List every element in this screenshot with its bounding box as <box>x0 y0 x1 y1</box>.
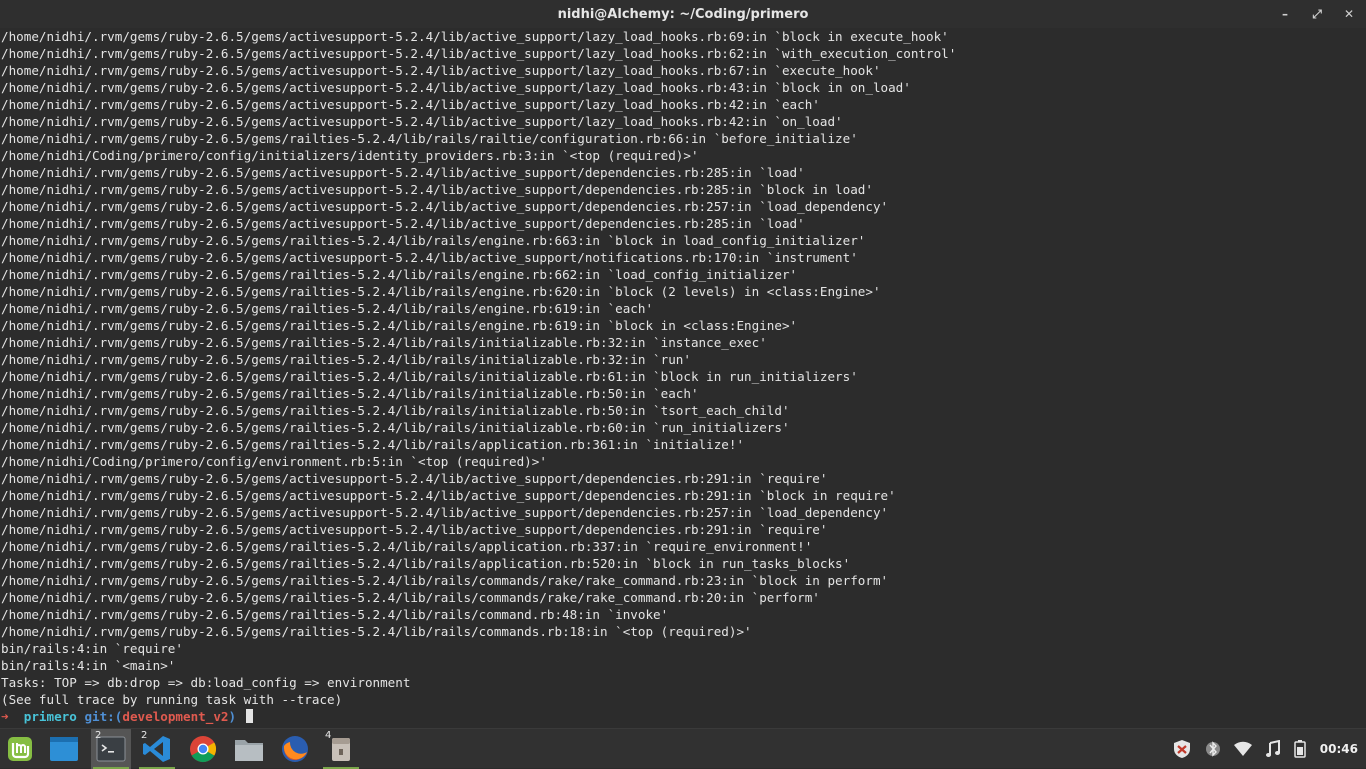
taskbar: 2 2 4 00:46 <box>0 728 1366 769</box>
music-note-icon[interactable] <box>1265 740 1280 758</box>
terminal-line: /home/nidhi/.rvm/gems/ruby-2.6.5/gems/ac… <box>1 522 828 537</box>
desktop-icon <box>50 737 78 761</box>
firefox-icon <box>282 736 308 762</box>
terminal-prompt-line[interactable]: ➜ primero git:(development_v2) <box>1 708 1366 725</box>
prompt-git-label: git:( <box>84 709 123 724</box>
terminal-line: /home/nidhi/Coding/primero/config/enviro… <box>1 454 547 469</box>
terminal-output[interactable]: /home/nidhi/.rvm/gems/ruby-2.6.5/gems/ac… <box>0 28 1366 728</box>
clock[interactable]: 00:46 <box>1320 742 1358 756</box>
terminal-line: /home/nidhi/.rvm/gems/ruby-2.6.5/gems/ac… <box>1 165 805 180</box>
prompt-git-close: ) <box>228 709 237 724</box>
terminal-line: /home/nidhi/Coding/primero/config/initia… <box>1 148 699 163</box>
taskbar-archive[interactable]: 4 <box>321 729 361 769</box>
archive-window-count: 4 <box>325 730 332 741</box>
terminal-line: /home/nidhi/.rvm/gems/ruby-2.6.5/gems/ra… <box>1 267 798 282</box>
taskbar-vscode[interactable]: 2 <box>137 729 177 769</box>
terminal-line: /home/nidhi/.rvm/gems/ruby-2.6.5/gems/ra… <box>1 335 767 350</box>
folder-icon <box>235 740 263 761</box>
terminal-line: /home/nidhi/.rvm/gems/ruby-2.6.5/gems/ac… <box>1 488 896 503</box>
linux-mint-icon <box>8 737 32 761</box>
chrome-icon <box>190 736 217 763</box>
terminal-line: /home/nidhi/.rvm/gems/ruby-2.6.5/gems/ac… <box>1 46 957 61</box>
terminal-line: /home/nidhi/.rvm/gems/ruby-2.6.5/gems/ac… <box>1 216 805 231</box>
prompt-branch: development_v2 <box>122 709 229 724</box>
terminal-line: Tasks: TOP => db:drop => db:load_config … <box>1 675 411 690</box>
terminal-line: (See full trace by running task with --t… <box>1 692 343 707</box>
terminal-line: /home/nidhi/.rvm/gems/ruby-2.6.5/gems/ac… <box>1 29 949 44</box>
prompt-arrow: ➜ <box>1 709 9 724</box>
terminal-line: /home/nidhi/.rvm/gems/ruby-2.6.5/gems/ra… <box>1 590 820 605</box>
bluetooth-icon[interactable] <box>1205 739 1220 759</box>
terminal-line: /home/nidhi/.rvm/gems/ruby-2.6.5/gems/ac… <box>1 97 820 112</box>
minimize-icon[interactable]: – <box>1278 7 1292 21</box>
terminal-lines: /home/nidhi/.rvm/gems/ruby-2.6.5/gems/ac… <box>1 28 1366 708</box>
terminal-line: bin/rails:4:in `<main>' <box>1 658 176 673</box>
close-icon[interactable]: ✕ <box>1342 7 1356 21</box>
taskbar-terminal[interactable]: 2 <box>91 729 131 769</box>
mint-menu-button[interactable] <box>0 729 40 769</box>
wifi-icon[interactable] <box>1233 741 1252 757</box>
vscode-window-count: 2 <box>141 730 148 741</box>
terminal-line: /home/nidhi/.rvm/gems/ruby-2.6.5/gems/ac… <box>1 80 911 95</box>
terminal-line: /home/nidhi/.rvm/gems/ruby-2.6.5/gems/ac… <box>1 63 881 78</box>
terminal-line: /home/nidhi/.rvm/gems/ruby-2.6.5/gems/ra… <box>1 573 889 588</box>
shield-icon[interactable] <box>1172 739 1192 759</box>
terminal-line: /home/nidhi/.rvm/gems/ruby-2.6.5/gems/ra… <box>1 556 851 571</box>
taskbar-files[interactable] <box>229 729 269 769</box>
terminal-cursor <box>245 709 253 723</box>
window-title: nidhi@Alchemy: ~/Coding/primero <box>557 6 809 22</box>
terminal-line: /home/nidhi/.rvm/gems/ruby-2.6.5/gems/ra… <box>1 607 669 622</box>
terminal-line: /home/nidhi/.rvm/gems/ruby-2.6.5/gems/ra… <box>1 131 858 146</box>
terminal-line: /home/nidhi/.rvm/gems/ruby-2.6.5/gems/ac… <box>1 114 843 129</box>
terminal-line: /home/nidhi/.rvm/gems/ruby-2.6.5/gems/ra… <box>1 539 813 554</box>
terminal-line: /home/nidhi/.rvm/gems/ruby-2.6.5/gems/ra… <box>1 386 699 401</box>
terminal-line: /home/nidhi/.rvm/gems/ruby-2.6.5/gems/ac… <box>1 471 828 486</box>
terminal-line: /home/nidhi/.rvm/gems/ruby-2.6.5/gems/ra… <box>1 352 691 367</box>
terminal-line: /home/nidhi/.rvm/gems/ruby-2.6.5/gems/ac… <box>1 250 858 265</box>
restore-icon[interactable]: ⤢ <box>1310 7 1324 22</box>
system-tray: 00:46 <box>1172 729 1366 769</box>
battery-icon[interactable] <box>1294 740 1306 758</box>
terminal-line: /home/nidhi/.rvm/gems/ruby-2.6.5/gems/ra… <box>1 624 752 639</box>
taskbar-chrome[interactable] <box>183 729 223 769</box>
terminal-line: /home/nidhi/.rvm/gems/ruby-2.6.5/gems/ra… <box>1 233 866 248</box>
terminal-line: /home/nidhi/.rvm/gems/ruby-2.6.5/gems/ra… <box>1 369 858 384</box>
window-titlebar[interactable]: nidhi@Alchemy: ~/Coding/primero – ⤢ ✕ <box>0 0 1366 28</box>
terminal-line: bin/rails:4:in `require' <box>1 641 183 656</box>
prompt-directory: primero <box>23 709 77 724</box>
terminal-line: /home/nidhi/.rvm/gems/ruby-2.6.5/gems/ac… <box>1 505 889 520</box>
show-desktop-button[interactable] <box>44 729 84 769</box>
terminal-line: /home/nidhi/.rvm/gems/ruby-2.6.5/gems/ra… <box>1 420 790 435</box>
terminal-line: /home/nidhi/.rvm/gems/ruby-2.6.5/gems/ra… <box>1 403 790 418</box>
terminal-line: /home/nidhi/.rvm/gems/ruby-2.6.5/gems/ra… <box>1 301 654 316</box>
terminal-window-count: 2 <box>95 730 102 741</box>
terminal-line: /home/nidhi/.rvm/gems/ruby-2.6.5/gems/ra… <box>1 284 881 299</box>
terminal-line: /home/nidhi/.rvm/gems/ruby-2.6.5/gems/ac… <box>1 199 889 214</box>
terminal-line: /home/nidhi/.rvm/gems/ruby-2.6.5/gems/ac… <box>1 182 873 197</box>
taskbar-firefox[interactable] <box>275 729 315 769</box>
window-controls: – ⤢ ✕ <box>1278 0 1356 28</box>
terminal-line: /home/nidhi/.rvm/gems/ruby-2.6.5/gems/ra… <box>1 318 798 333</box>
terminal-line: /home/nidhi/.rvm/gems/ruby-2.6.5/gems/ra… <box>1 437 745 452</box>
